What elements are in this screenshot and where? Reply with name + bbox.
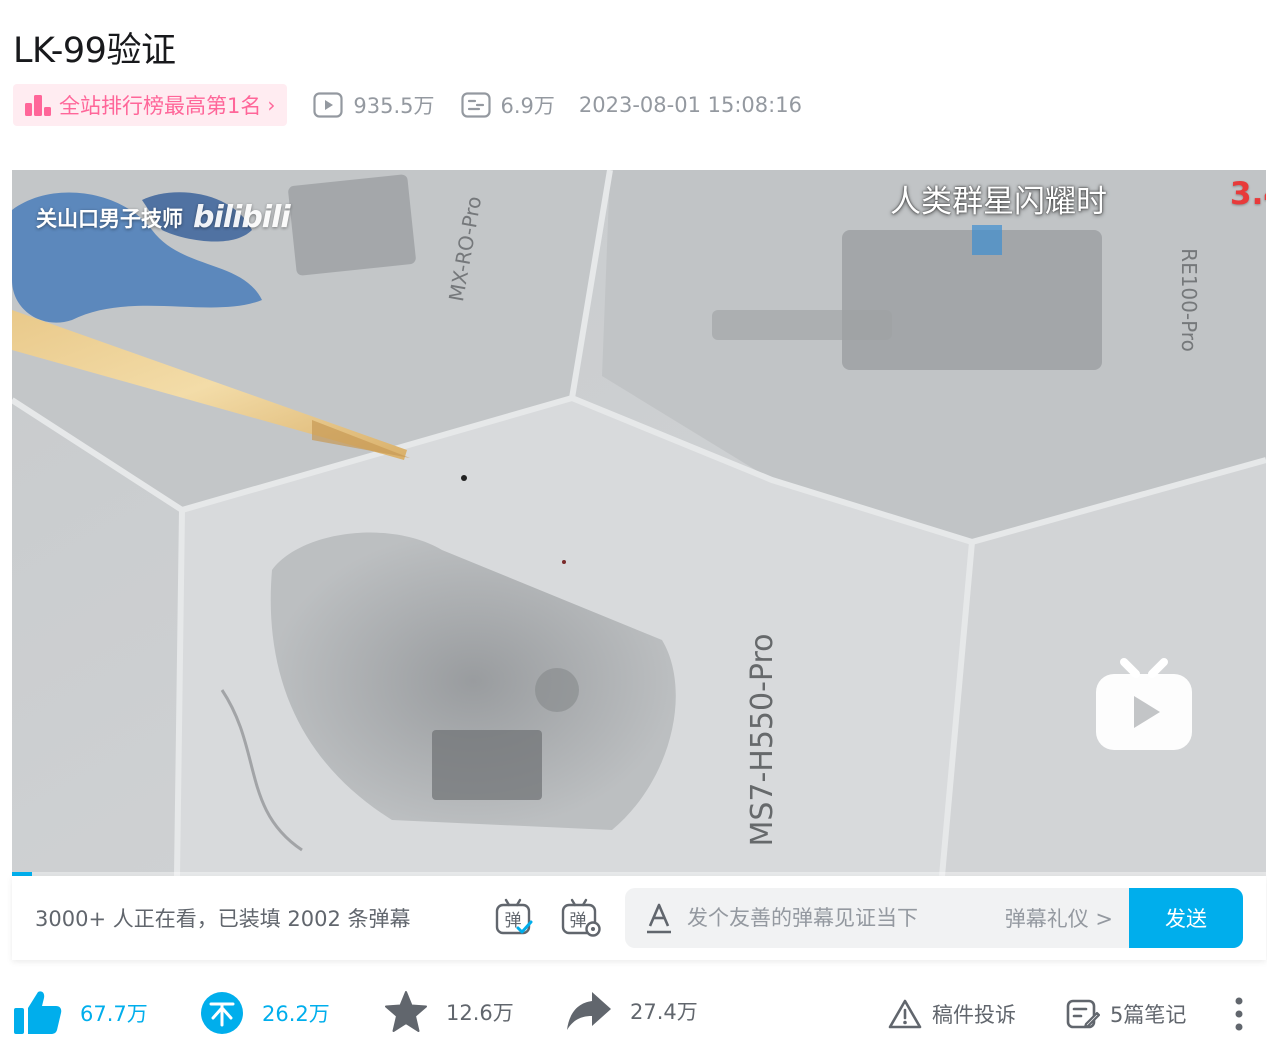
favorite-count: 12.6万 [446,1001,514,1025]
rank-badge[interactable]: 全站排行榜最高第1名 › [13,84,288,126]
more-options-button[interactable] [1234,996,1254,1032]
danmaku-count-value: 6.9万 [500,94,555,118]
danmaku-settings-icon[interactable]: 弹 [560,898,602,938]
danmaku-etiquette-link[interactable]: 弹幕礼仪 > [1005,903,1113,933]
more-vertical-icon [1235,997,1243,1031]
share-button[interactable]: 27.4万 [566,990,698,1032]
watermark: 关山口男子技师 bilibili [36,200,291,235]
rank-badge-label: 全站排行榜最高第1名 [59,94,262,118]
favorite-button[interactable]: 12.6万 [384,990,514,1034]
viewers-text: 3000+ 人正在看，已装填 2002 条弹幕 [35,907,411,931]
coin-button[interactable]: 26.2万 [200,990,330,1036]
watermark-uploader: 关山口男子技师 [36,206,183,231]
scene-label-main: MS7-H550-Pro [745,633,780,846]
video-title: LK-99验证 [13,31,176,71]
overlay-caption: 人类群星闪耀时 [890,184,1107,220]
star-icon [385,991,427,1032]
danmaku-style-icon[interactable] [645,902,673,934]
play-button-icon[interactable] [1094,658,1194,754]
view-count-value: 935.5万 [353,94,435,118]
danmaku-toggle-icon[interactable]: 弹 [494,898,534,938]
notes-label: 5篇笔记 [1110,1003,1187,1027]
danmaku-input-wrapper: 弹幕礼仪 > 发送 [625,888,1243,948]
coin-icon [201,992,243,1034]
video-toolbar: 67.7万 26.2万 12.6万 27.4万 稿件投诉 5篇笔记 [14,990,1254,1042]
overlay-number: 3.4 [1230,176,1266,212]
thumbs-up-icon [14,991,62,1034]
report-label: 稿件投诉 [932,1003,1016,1027]
like-count: 67.7万 [80,1002,148,1026]
notes-button[interactable]: 5篇笔记 [1066,998,1186,1030]
coin-count: 26.2万 [262,1002,330,1026]
notes-icon [1066,999,1100,1029]
view-count: 935.5万 [313,90,435,120]
warning-icon [888,999,922,1029]
danmaku-count: 6.9万 [460,90,555,120]
share-count: 27.4万 [630,1000,698,1024]
publish-time: 2023-08-01 15:08:16 [578,93,802,117]
ranking-icon [25,95,51,116]
like-button[interactable]: 67.7万 [14,990,148,1036]
svg-text:弹: 弹 [570,911,587,931]
scene-label-right: RE100-Pro [1177,248,1201,352]
video-frame: MS7-H550-Pro MX-RO-Pro RE100-Pro [12,170,1266,876]
share-icon [567,992,611,1030]
video-meta: 全站排行榜最高第1名 › 935.5万 6.9万 2023-08-01 15:0… [13,84,802,126]
play-count-icon [313,92,343,118]
report-button[interactable]: 稿件投诉 [888,998,1016,1030]
chevron-right-icon: › [267,93,276,117]
danmaku-bar: 3000+ 人正在看，已装填 2002 条弹幕 弹 弹 弹幕礼仪 > 发送 [12,876,1266,960]
video-player[interactable]: MS7-H550-Pro MX-RO-Pro RE100-Pro 关山口男子技师… [12,170,1266,876]
danmaku-input[interactable] [687,906,1005,930]
send-danmaku-button[interactable]: 发送 [1129,888,1243,948]
bilibili-logo: bilibili [193,200,291,235]
danmaku-icon [460,92,491,118]
